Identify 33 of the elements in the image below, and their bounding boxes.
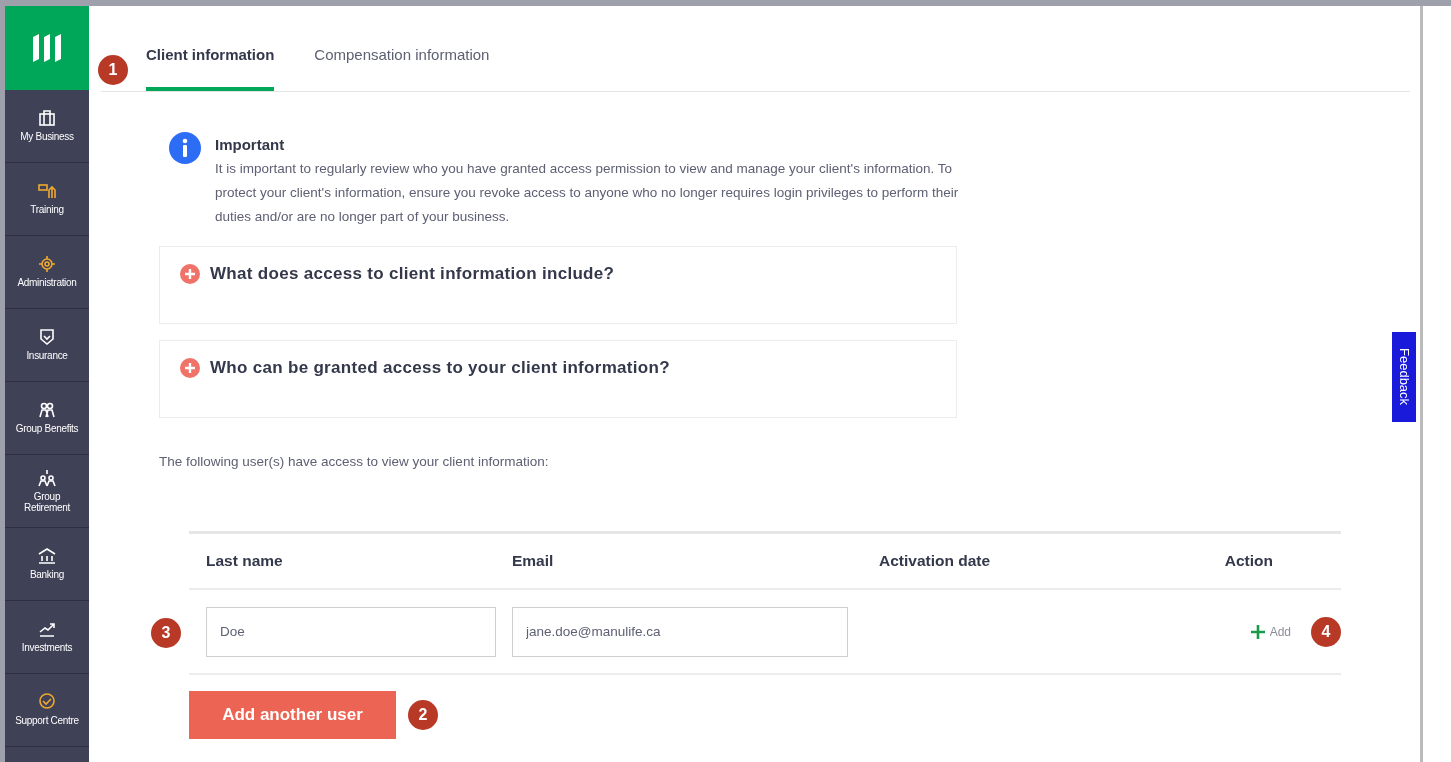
- sidebar-item[interactable]: Group Retirement: [5, 455, 89, 528]
- sidebar-item[interactable]: Investments: [5, 601, 89, 674]
- sidebar-item[interactable]: Insurance: [5, 309, 89, 382]
- users-intro-text: The following user(s) have access to view your client information:: [159, 454, 550, 469]
- tab[interactable]: Compensation information: [314, 46, 490, 91]
- sidebar-item[interactable]: My Business: [5, 90, 89, 163]
- notice-text: It is important to regularly review who you have granted access permission to view and manage your client's information. To protect your client's information, ensure you revoke access to anyone who no longer requires login privileges to perform their duties and/or are no longer part of your business.: [215, 160, 960, 226]
- plus-icon: [1250, 624, 1265, 639]
- column-header: Last name: [205, 552, 284, 570]
- accordion-panel[interactable]: Who can be granted access to your client information?: [159, 340, 957, 418]
- last-name-field[interactable]: Doe: [206, 606, 496, 657]
- email-field[interactable]: jane.doe@manulife.ca: [512, 606, 848, 657]
- accordion-title: Who can be granted access to your client information?: [210, 358, 670, 378]
- sidebar-item[interactable]: Group Benefits: [5, 382, 89, 455]
- step-number-badge: 4: [1311, 616, 1341, 647]
- logo-panel[interactable]: [5, 6, 89, 90]
- notice-title: Important: [215, 136, 286, 153]
- step-number-badge: 3: [151, 618, 181, 648]
- column-header: Action: [1223, 552, 1274, 570]
- info-icon: [169, 132, 201, 164]
- logo-icon: [30, 31, 64, 65]
- step-number-badge: 1: [98, 55, 128, 85]
- column-header: Email: [512, 552, 555, 570]
- tab[interactable]: Client information: [146, 46, 275, 91]
- accordion-title: What does access to client information include?: [210, 264, 615, 284]
- sidebar-item[interactable]: Banking: [5, 528, 89, 601]
- sidebar-item[interactable]: Training: [5, 163, 89, 236]
- step-number-badge: 2: [408, 700, 438, 730]
- accordion-panel[interactable]: What does access to client information include?: [159, 246, 957, 324]
- feedback-tab[interactable]: Feedback: [1392, 332, 1416, 422]
- sidebar-item[interactable]: Support Centre: [5, 674, 89, 747]
- sidebar-item[interactable]: Administration: [5, 236, 89, 309]
- column-header: Activation date: [879, 552, 992, 570]
